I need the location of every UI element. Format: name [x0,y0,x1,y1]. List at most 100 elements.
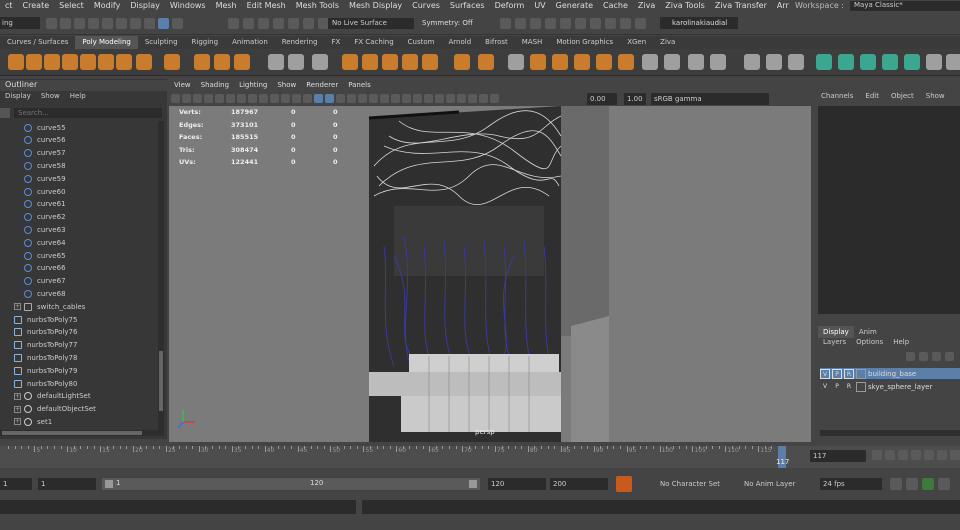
shelf-tab-sculpting[interactable]: Sculpting [138,36,185,49]
layer-p-toggle[interactable]: P [832,368,842,379]
smooth-shade-icon[interactable] [325,94,334,103]
shelf-tab-fx[interactable]: FX [325,36,348,49]
shelf-tab-animation[interactable]: Animation [225,36,275,49]
outliner-menu-display[interactable]: Display [0,92,36,103]
mel-input[interactable] [0,500,356,514]
range-slider-start-handle[interactable] [105,480,113,488]
select-hierarchy-icon[interactable] [116,18,127,29]
layout-uv-icon[interactable] [904,54,920,70]
outliner-item[interactable]: curve57 [14,147,171,160]
channels-menu[interactable]: Channels [815,92,859,103]
shelf-tab-curves-surfaces[interactable]: Curves / Surfaces [0,36,75,49]
x-ray-icon[interactable] [446,94,455,103]
range-slider[interactable]: 1 120 [102,478,480,490]
gamma-field[interactable]: 1.00 [624,93,646,105]
menu-mesh-tools[interactable]: Mesh Tools [291,1,344,10]
shelf-tab-bifrost[interactable]: Bifrost [478,36,515,49]
outliner-item[interactable]: curve67 [14,275,171,288]
use-lights-icon[interactable] [369,94,378,103]
outliner-item[interactable]: curve59 [14,172,171,185]
platonic-icon[interactable] [136,54,152,70]
3d-viewport[interactable]: Verts: 187967 0 0 Edges: 373101 0 0 Faces: 185515… [169,106,811,442]
separate-icon[interactable] [288,54,304,70]
outliner-item[interactable]: curve65 [14,249,171,262]
layer-p-toggle[interactable]: P [832,382,842,392]
safe-title-icon[interactable] [303,94,312,103]
move-layer-up-icon[interactable] [906,352,915,361]
cone-icon[interactable] [62,54,78,70]
disc-icon[interactable] [116,54,132,70]
smooth-icon[interactable] [312,54,328,70]
outliner-hscrollbar[interactable] [0,430,164,436]
shadows-icon[interactable] [380,94,389,103]
auto-key-icon[interactable] [616,476,632,492]
depth-of-field-icon[interactable] [424,94,433,103]
edit-menu[interactable]: Edit [859,92,885,103]
user-account-dropdown[interactable]: karolinakiaudial [660,17,738,29]
auto-uv-icon[interactable] [788,54,804,70]
play-backwards-icon[interactable] [911,450,921,460]
cut-uv-icon[interactable] [860,54,876,70]
wireframe-on-shaded-icon[interactable] [336,94,345,103]
make-live-icon[interactable] [288,18,299,29]
camera-uv-icon[interactable] [816,54,832,70]
menu-deform[interactable]: Deform [490,1,530,10]
shelf-tab-arnold[interactable]: Arnold [442,36,479,49]
multicut-icon[interactable] [508,54,524,70]
outliner-item[interactable]: curve64 [14,236,171,249]
select-by-type-icon[interactable] [158,18,169,29]
outliner-item[interactable]: nurbsToPoly79 [14,364,171,377]
append-icon[interactable] [402,54,418,70]
torus-icon[interactable] [80,54,96,70]
current-frame-field[interactable]: 117 [810,450,866,462]
menu-display[interactable]: Display [125,1,165,10]
anim-layer-dropdown[interactable]: No Anim Layer [744,478,795,490]
character-set-dropdown[interactable]: No Character Set [660,478,720,490]
quad-draw-icon[interactable] [574,54,590,70]
layer-color-swatch[interactable] [856,368,866,379]
redo-icon[interactable] [102,18,113,29]
exposure-icon[interactable] [490,94,499,103]
object-menu[interactable]: Object [885,92,920,103]
snap-grid-icon[interactable] [228,18,239,29]
render-frame-icon[interactable] [500,18,511,29]
outliner-item[interactable]: nurbsToPoly75 [14,313,171,326]
collapse-icon[interactable] [642,54,658,70]
range-slider-end-handle[interactable] [469,480,477,488]
go-to-start-icon[interactable] [872,450,882,460]
menu-set-dropdown[interactable]: ing [0,17,40,29]
isolate-select-icon[interactable] [435,94,444,103]
planar-uv-icon[interactable] [766,54,782,70]
construction-history-icon[interactable] [303,18,314,29]
spin-edge-icon[interactable] [710,54,726,70]
image-plane-icon[interactable] [204,94,213,103]
menu-create[interactable]: Create [18,1,55,10]
exposure-field[interactable]: 0.00 [587,93,617,105]
outliner-item[interactable]: curve56 [14,134,171,147]
outliner-item[interactable]: curve66 [14,262,171,275]
viewport-menu-panels[interactable]: Panels [343,81,376,92]
outliner-item[interactable]: curve61 [14,198,171,211]
step-back-frame-icon[interactable] [898,450,908,460]
outliner-item[interactable]: curve68 [14,287,171,300]
default-material-icon[interactable] [347,94,356,103]
layer-row[interactable]: V P Rskye_sphere_layer [820,381,960,392]
field-chart-icon[interactable] [281,94,290,103]
menu-windows[interactable]: Windows [165,1,211,10]
shelf-tab-rigging[interactable]: Rigging [185,36,226,49]
go-to-end-icon[interactable] [950,450,960,460]
end-time-field[interactable]: 200 [550,478,608,490]
outliner-menu-show[interactable]: Show [36,92,65,103]
menu-surfaces[interactable]: Surfaces [445,1,490,10]
fill-hole-icon[interactable] [422,54,438,70]
lock-selection-icon[interactable] [172,18,183,29]
menu-cache[interactable]: Cache [598,1,633,10]
target-weld-icon[interactable] [530,54,546,70]
merge-icon[interactable] [478,54,494,70]
bevel-icon[interactable] [382,54,398,70]
help-menu[interactable]: Help [888,338,914,349]
outliner-item[interactable]: nurbsToPoly76 [14,326,171,339]
tab-anim[interactable]: Anim [854,326,882,338]
light-editor-icon[interactable] [560,18,571,29]
shelf-tab-custom[interactable]: Custom [401,36,442,49]
